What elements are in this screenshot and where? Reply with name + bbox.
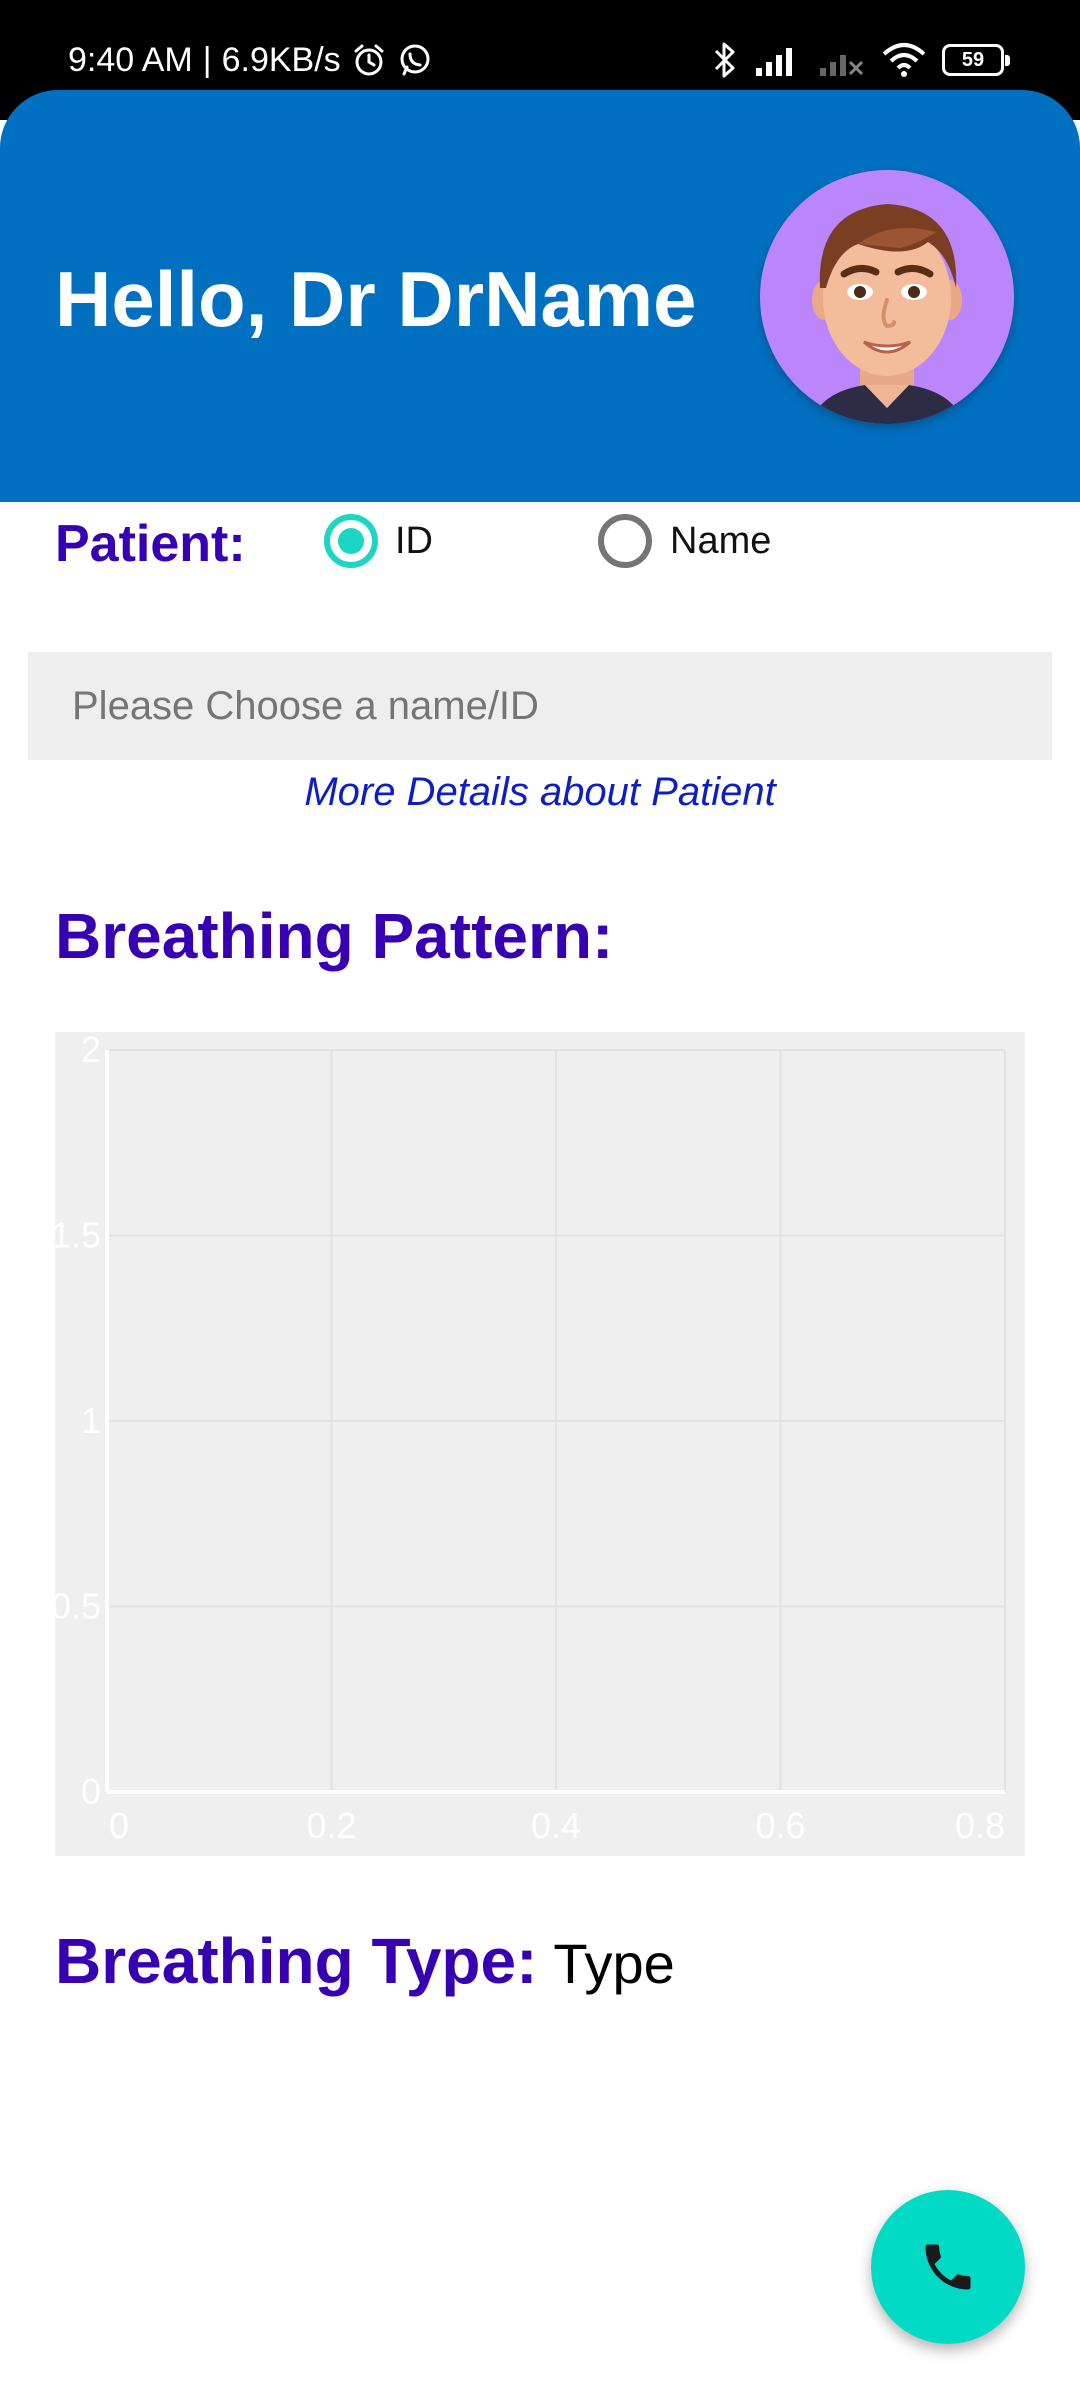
radio-name-label[interactable]: Name	[670, 522, 771, 560]
battery-level: 59	[961, 48, 985, 71]
chart-x-tick-label: 0.8	[955, 1805, 1005, 1846]
signal-off-icon	[818, 42, 866, 78]
chart-y-tick-label: 2	[81, 1032, 101, 1070]
breathing-type-value: Type	[553, 1932, 675, 1995]
chart-x-tick-label: 0.6	[755, 1805, 805, 1846]
chart-x-tick-label: 0	[109, 1805, 129, 1846]
chart-y-tick-label: 1.5	[55, 1215, 101, 1256]
greeting-title: Hello, Dr DrName	[55, 255, 697, 343]
status-network-speed: 6.9KB/s	[221, 40, 341, 79]
status-separator: |	[202, 40, 212, 79]
bluetooth-icon	[712, 40, 738, 80]
signal-icon	[754, 42, 802, 78]
status-right: 59	[712, 34, 1010, 86]
patient-selector-row: Patient: ID Name	[0, 508, 1080, 578]
breathing-pattern-title: Breathing Pattern:	[55, 900, 614, 972]
breathing-chart-svg: 0 0.5 1 1.5 2 0 0.2 0.4 0.6 0.8	[51, 1029, 1006, 1846]
radio-id[interactable]	[324, 514, 378, 568]
breathing-type-label: Breathing Type:	[55, 1925, 538, 1997]
whatsapp-icon	[397, 42, 433, 78]
chart-x-tick-label: 0.2	[306, 1805, 356, 1846]
breathing-chart[interactable]: 0 0.5 1 1.5 2 0 0.2 0.4 0.6 0.8	[51, 1029, 1025, 1856]
status-time: 9:40 AM	[68, 40, 193, 79]
chart-y-tick-label: 0.5	[55, 1586, 101, 1627]
alarm-icon	[351, 42, 387, 78]
status-left: 9:40 AM | 6.9KB/s	[68, 36, 433, 84]
wifi-icon	[882, 42, 926, 78]
call-button[interactable]	[871, 2190, 1025, 2344]
patient-search-input[interactable]	[28, 652, 1052, 760]
chart-y-tick-label: 0	[81, 1771, 101, 1812]
breathing-type-row: Breathing Type: Type	[55, 1924, 675, 1997]
phone-icon	[918, 2237, 978, 2297]
battery-icon: 59	[942, 44, 1010, 76]
chart-x-tick-label: 0.4	[531, 1805, 581, 1846]
radio-id-label[interactable]: ID	[395, 522, 433, 560]
patient-label: Patient:	[55, 515, 246, 573]
chart-y-tick-label: 1	[81, 1400, 101, 1441]
patient-details-link[interactable]: More Details about Patient	[0, 770, 1080, 815]
radio-name[interactable]	[598, 514, 652, 568]
doctor-avatar[interactable]	[760, 170, 1014, 424]
